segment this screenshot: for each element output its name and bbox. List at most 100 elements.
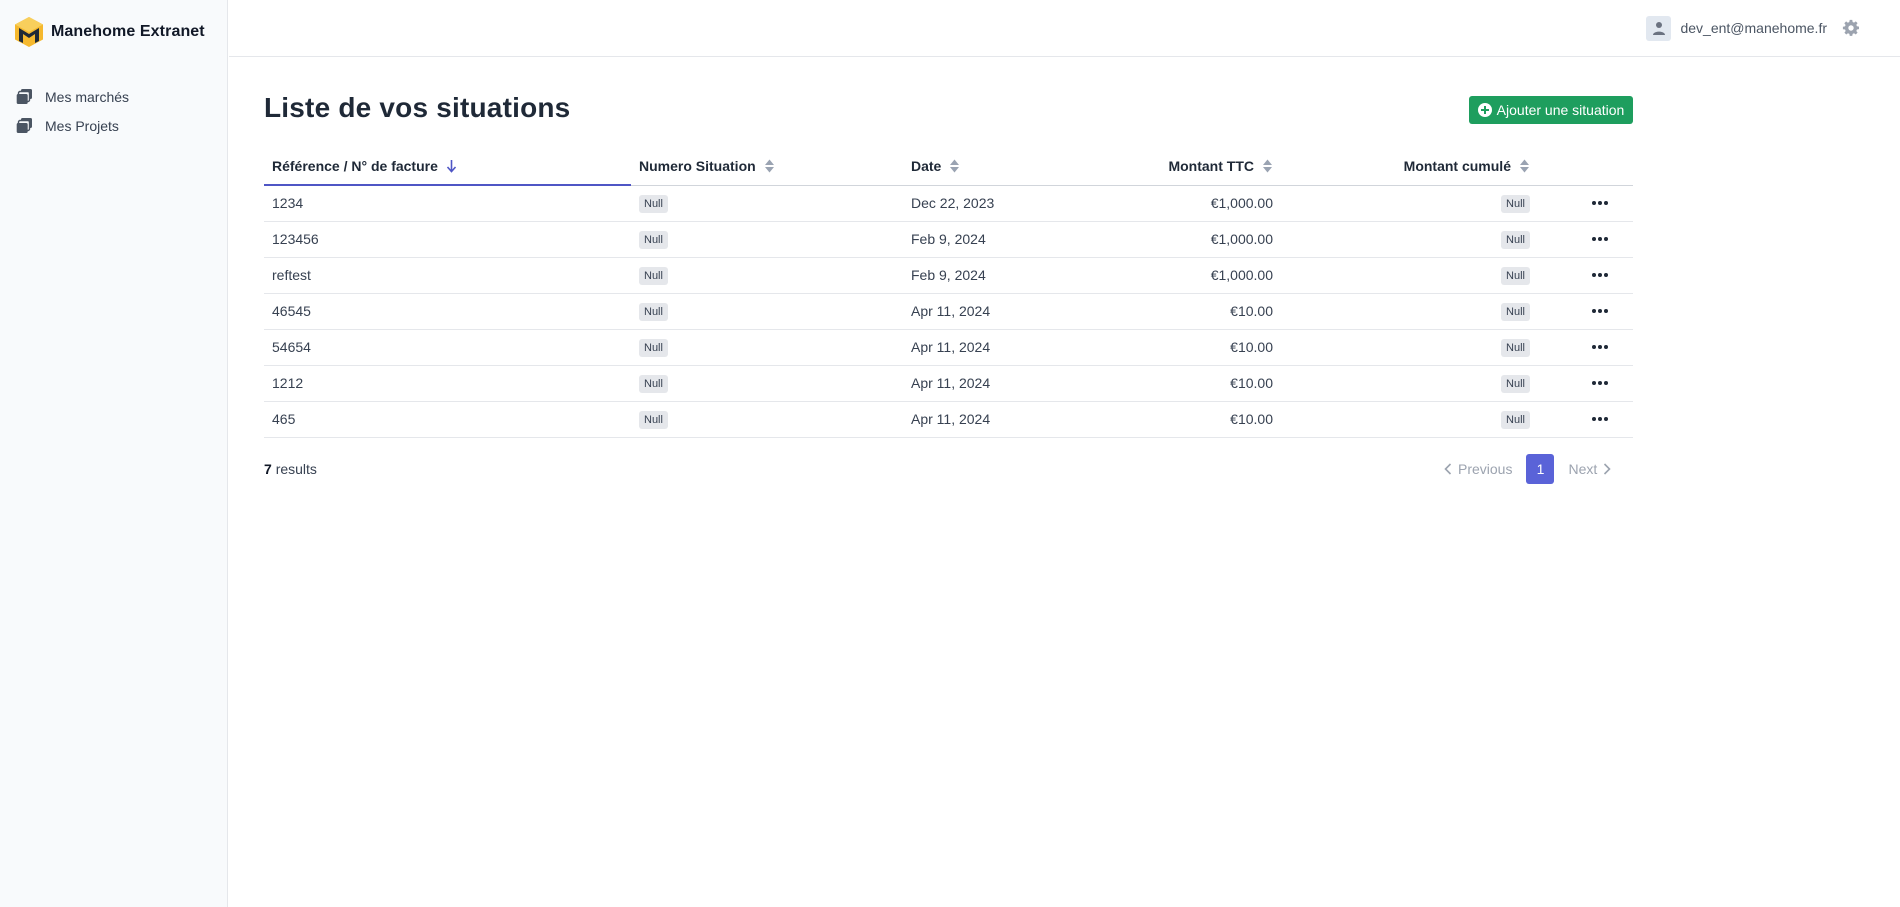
- avatar[interactable]: [1646, 15, 1672, 41]
- cell-actions: [1538, 185, 1633, 222]
- next-page-button[interactable]: Next: [1568, 461, 1611, 477]
- sidebar: Manehome Extranet Mes marchés Mes Projet…: [0, 0, 228, 907]
- more-options-icon[interactable]: [1591, 272, 1609, 278]
- reference-value: 1212: [272, 375, 304, 391]
- sidebar-item-label: Mes marchés: [45, 88, 130, 105]
- cell-date: Apr 11, 2024: [903, 401, 1083, 438]
- sort-icon: [950, 159, 960, 173]
- cell-date: Apr 11, 2024: [903, 293, 1083, 330]
- cell-montant-cumule: Null: [1281, 365, 1538, 402]
- reference-value: 465: [272, 411, 296, 427]
- numero-badge: Null: [639, 410, 668, 429]
- numero-badge: Null: [639, 230, 668, 249]
- column-header-montant-ttc[interactable]: Montant TTC: [1083, 148, 1281, 186]
- montant-value: €1,000.00: [1210, 267, 1273, 283]
- cell-actions: [1538, 221, 1633, 258]
- cell-actions: [1538, 401, 1633, 438]
- results-number: 7: [264, 461, 272, 477]
- table-row[interactable]: 1212 Null Apr 11, 2024 €10.00 Null: [264, 365, 1633, 402]
- cumul-badge: Null: [1501, 302, 1530, 321]
- cell-numero: Null: [631, 257, 903, 294]
- sort-arrow-down-icon: [446, 160, 456, 173]
- more-options-icon[interactable]: [1591, 344, 1609, 350]
- montant-value: €10.00: [1230, 375, 1273, 391]
- sidebar-item-label: Mes Projets: [45, 117, 119, 134]
- cell-reference: 123456: [264, 221, 631, 258]
- numero-badge: Null: [639, 194, 668, 213]
- page-title: Liste de vos situations: [264, 92, 571, 123]
- sidebar-nav: Mes marchés Mes Projets: [16, 82, 129, 140]
- table-row[interactable]: 1234 Null Dec 22, 2023 €1,000.00 Null: [264, 185, 1633, 222]
- reference-value: 54654: [272, 339, 311, 355]
- cell-numero: Null: [631, 221, 903, 258]
- date-value: Feb 9, 2024: [911, 267, 986, 283]
- cell-montant-cumule: Null: [1281, 293, 1538, 330]
- app-title: Manehome Extranet: [51, 23, 205, 40]
- column-header-label: Montant cumulé: [1403, 158, 1511, 175]
- table-row[interactable]: 46545 Null Apr 11, 2024 €10.00 Null: [264, 293, 1633, 330]
- page-1-button[interactable]: 1: [1526, 454, 1555, 484]
- cell-actions: [1538, 257, 1633, 294]
- cell-numero: Null: [631, 185, 903, 222]
- reference-value: 1234: [272, 195, 304, 212]
- column-header-montant-cumule[interactable]: Montant cumulé: [1281, 148, 1538, 186]
- montant-value: €10.00: [1230, 339, 1273, 355]
- reference-value: 46545: [272, 303, 311, 319]
- table-row[interactable]: reftest Null Feb 9, 2024 €1,000.00 Null: [264, 257, 1633, 294]
- table-header-row: Référence / N° de facture Numero Situati…: [264, 148, 1633, 186]
- sidebar-item-mes-marches[interactable]: Mes marchés: [16, 82, 129, 111]
- cell-reference: 1212: [264, 365, 631, 402]
- next-label: Next: [1568, 461, 1598, 477]
- column-header-numero[interactable]: Numero Situation: [631, 148, 903, 186]
- cumul-badge: Null: [1501, 374, 1530, 393]
- table-row[interactable]: 465 Null Apr 11, 2024 €10.00 Null: [264, 401, 1633, 438]
- cell-numero: Null: [631, 293, 903, 330]
- brand[interactable]: Manehome Extranet: [14, 16, 205, 48]
- sort-icon: [1520, 159, 1529, 173]
- cell-numero: Null: [631, 401, 903, 438]
- cell-montant-ttc: €1,000.00: [1083, 221, 1281, 258]
- results-count: 7 results: [264, 461, 317, 477]
- more-options-icon[interactable]: [1591, 380, 1609, 386]
- cell-montant-ttc: €1,000.00: [1083, 185, 1281, 222]
- sort-icon: [764, 159, 774, 173]
- cell-date: Dec 22, 2023: [903, 185, 1083, 222]
- cell-montant-cumule: Null: [1281, 185, 1538, 222]
- reference-value: reftest: [272, 267, 311, 283]
- montant-value: €1,000.00: [1210, 231, 1273, 247]
- column-header-label: Montant TTC: [1168, 158, 1254, 175]
- table-row[interactable]: 123456 Null Feb 9, 2024 €1,000.00 Null: [264, 221, 1633, 258]
- results-label: results: [275, 461, 317, 477]
- gear-icon[interactable]: [1842, 19, 1860, 37]
- user-menu[interactable]: dev_ent@manehome.fr: [1646, 15, 1860, 41]
- cell-actions: [1538, 365, 1633, 402]
- cumul-badge: Null: [1501, 230, 1530, 249]
- more-options-icon[interactable]: [1591, 236, 1609, 242]
- cell-reference: 1234: [264, 185, 631, 222]
- cell-reference: 465: [264, 401, 631, 438]
- more-options-icon[interactable]: [1591, 200, 1609, 206]
- cumul-badge: Null: [1501, 194, 1530, 213]
- more-options-icon[interactable]: [1591, 416, 1609, 422]
- stacked-docs-icon: [16, 89, 32, 104]
- cumul-badge: Null: [1501, 410, 1530, 429]
- add-situation-button[interactable]: Ajouter une situation: [1469, 96, 1633, 124]
- manehome-logo-icon: [15, 17, 43, 47]
- date-value: Apr 11, 2024: [911, 375, 991, 391]
- montant-value: €10.00: [1230, 411, 1273, 427]
- numero-badge: Null: [639, 338, 668, 357]
- cell-date: Feb 9, 2024: [903, 257, 1083, 294]
- previous-page-button[interactable]: Previous: [1444, 461, 1512, 477]
- column-header-date[interactable]: Date: [903, 148, 1083, 186]
- cell-montant-ttc: €10.00: [1083, 293, 1281, 330]
- pagination: Previous 1 Next: [1444, 454, 1611, 484]
- cell-montant-ttc: €10.00: [1083, 329, 1281, 366]
- montant-value: €1,000.00: [1210, 195, 1273, 211]
- cell-montant-ttc: €1,000.00: [1083, 257, 1281, 294]
- table-row[interactable]: 54654 Null Apr 11, 2024 €10.00 Null: [264, 329, 1633, 366]
- chevron-left-icon: [1444, 463, 1452, 475]
- sidebar-item-mes-projets[interactable]: Mes Projets: [16, 111, 129, 140]
- more-options-icon[interactable]: [1591, 308, 1609, 314]
- chevron-right-icon: [1604, 463, 1611, 475]
- column-header-reference[interactable]: Référence / N° de facture: [264, 148, 631, 186]
